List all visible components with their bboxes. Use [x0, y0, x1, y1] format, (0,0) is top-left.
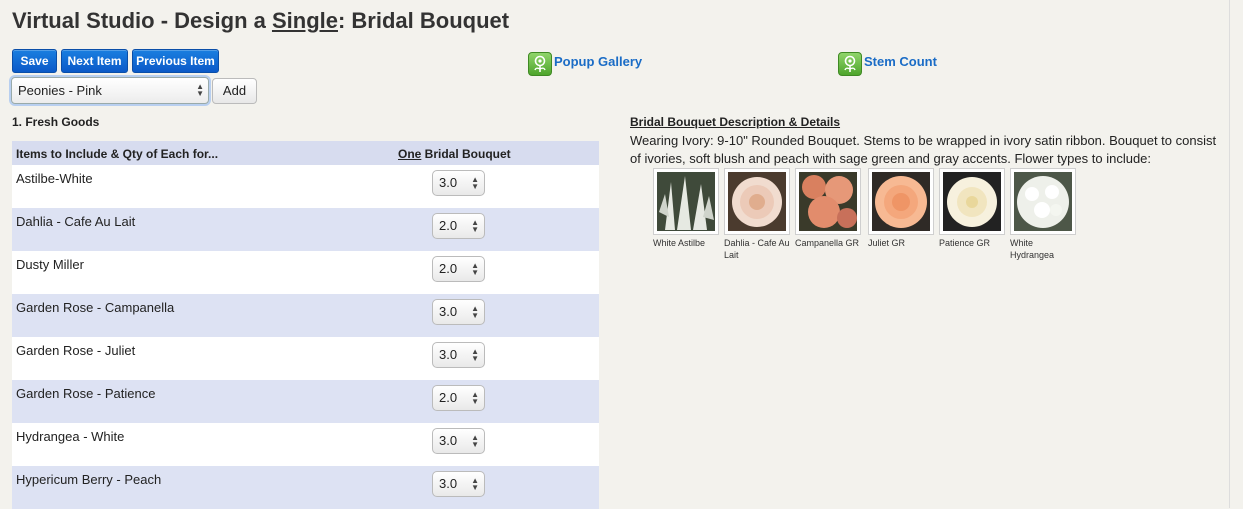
stepper-arrows-icon[interactable]: ▲ ▼: [471, 219, 479, 234]
qty-header-one: One: [398, 147, 422, 161]
stepper-arrows-icon[interactable]: ▲ ▼: [471, 262, 479, 277]
thumbnail-caption: White Astilbe: [653, 238, 706, 248]
table-row: Hydrangea - White 3.0 ▲ ▼: [12, 423, 599, 466]
qty-value: 3.0: [439, 433, 458, 448]
quantity-stepper[interactable]: 3.0 ▲ ▼: [432, 170, 485, 196]
juliet-photo: [872, 172, 930, 231]
qty-value: 3.0: [439, 347, 458, 362]
qty-value: 3.0: [439, 175, 458, 190]
select-arrows-icon: ▲ ▼: [196, 82, 204, 98]
stepper-arrows-icon[interactable]: ▲ ▼: [471, 477, 479, 492]
previous-item-button[interactable]: Previous Item: [132, 49, 219, 73]
dahlia-photo: [728, 172, 786, 231]
stem-count-link[interactable]: Stem Count: [864, 54, 937, 69]
section-label: 1. Fresh Goods: [12, 115, 100, 129]
table-row: Dusty Miller 2.0 ▲ ▼: [12, 251, 599, 294]
title-prefix: Virtual Studio - Design a: [12, 8, 272, 33]
qty-value: 2.0: [439, 261, 458, 276]
flower-thumbnail[interactable]: [868, 168, 934, 235]
item-name: Astilbe-White: [16, 171, 93, 186]
page-scrollbar[interactable]: [1229, 0, 1243, 508]
campanella-photo: [799, 172, 857, 231]
item-name: Dusty Miller: [16, 257, 84, 272]
save-button[interactable]: Save: [12, 49, 57, 73]
item-name: Garden Rose - Patience: [16, 386, 156, 401]
qty-value: 2.0: [439, 218, 458, 233]
flower-select[interactable]: Peonies - Pink ▲ ▼: [11, 77, 209, 104]
quantity-stepper[interactable]: 2.0 ▲ ▼: [432, 213, 485, 239]
flower-thumbnail[interactable]: [795, 168, 861, 235]
stepper-arrows-icon[interactable]: ▲ ▼: [471, 348, 479, 363]
stepper-arrows-icon[interactable]: ▲ ▼: [471, 391, 479, 406]
item-name: Hydrangea - White: [16, 429, 125, 444]
thumbnail-caption: Dahlia - Cafe Au Lait: [724, 238, 790, 260]
table-row: Garden Rose - Patience 2.0 ▲ ▼: [12, 380, 599, 423]
item-name: Garden Rose - Campanella: [16, 300, 175, 315]
page-title: Virtual Studio - Design a Single: Bridal…: [12, 8, 509, 34]
description-title: Bridal Bouquet Description & Details: [630, 115, 841, 129]
thumbnail-caption: Patience GR: [939, 238, 991, 248]
item-name: Dahlia - Cafe Au Lait: [16, 214, 136, 229]
flower-icon: [534, 55, 546, 72]
qty-header-rest: Bridal Bouquet: [421, 147, 511, 161]
thumbnail-caption: Juliet GR: [868, 238, 906, 248]
stepper-arrows-icon[interactable]: ▲ ▼: [471, 434, 479, 449]
quantity-stepper[interactable]: 3.0 ▲ ▼: [432, 299, 485, 325]
description-text: Wearing Ivory: 9-10" Rounded Bouquet. St…: [630, 133, 1217, 166]
add-button[interactable]: Add: [212, 78, 257, 104]
table-row: Dahlia - Cafe Au Lait 2.0 ▲ ▼: [12, 208, 599, 251]
patience-photo: [943, 172, 1001, 231]
stem-count-icon[interactable]: [838, 52, 862, 76]
flower-thumbnail[interactable]: [939, 168, 1005, 235]
flower-select-value: Peonies - Pink: [18, 83, 102, 98]
flower-icon: [844, 55, 856, 72]
title-single: Single: [271, 8, 338, 33]
qty-value: 3.0: [439, 304, 458, 319]
qty-value: 2.0: [439, 390, 458, 405]
astilbe-photo: [657, 172, 715, 231]
thumbnail-caption: White Hydrangea: [1010, 238, 1055, 260]
quantity-stepper[interactable]: 3.0 ▲ ▼: [432, 428, 485, 454]
quantity-stepper[interactable]: 2.0 ▲ ▼: [432, 256, 485, 282]
quantity-stepper[interactable]: 2.0 ▲ ▼: [432, 385, 485, 411]
popup-gallery-link[interactable]: Popup Gallery: [554, 54, 642, 69]
item-name: Garden Rose - Juliet: [16, 343, 136, 358]
quantity-stepper[interactable]: 3.0 ▲ ▼: [432, 471, 485, 497]
stepper-arrows-icon[interactable]: ▲ ▼: [471, 305, 479, 320]
table-row: Astilbe-White 3.0 ▲ ▼: [12, 165, 599, 208]
items-column-header: Items to Include & Qty of Each for...: [16, 147, 219, 161]
table-row: Garden Rose - Juliet 3.0 ▲ ▼: [12, 337, 599, 380]
hydrangea-photo: [1014, 172, 1072, 231]
qty-value: 3.0: [439, 476, 458, 491]
items-table: Items to Include & Qty of Each for... On…: [12, 141, 599, 509]
quantity-stepper[interactable]: 3.0 ▲ ▼: [432, 342, 485, 368]
table-row: Hypericum Berry - Peach 3.0 ▲ ▼: [12, 466, 599, 509]
stepper-arrows-icon[interactable]: ▲ ▼: [471, 176, 479, 191]
table-row: Garden Rose - Campanella 3.0 ▲ ▼: [12, 294, 599, 337]
flower-thumbnail[interactable]: [1010, 168, 1076, 235]
flower-thumbnail[interactable]: [653, 168, 719, 235]
title-suffix: : Bridal Bouquet: [337, 8, 510, 33]
next-item-button[interactable]: Next Item: [61, 49, 128, 73]
flower-thumbnail[interactable]: [724, 168, 790, 235]
item-name: Hypericum Berry - Peach: [16, 472, 162, 487]
flower-gear-icon[interactable]: [528, 52, 552, 76]
thumbnail-caption: Campanella GR: [795, 238, 860, 248]
table-header: Items to Include & Qty of Each for... On…: [12, 141, 599, 165]
qty-column-header: One Bridal Bouquet: [398, 147, 511, 161]
